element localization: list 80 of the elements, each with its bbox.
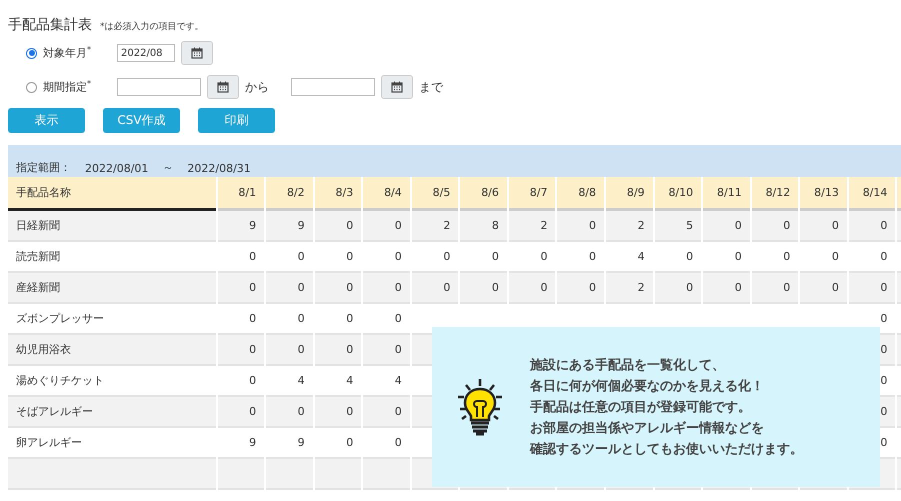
count-cell: 0 [314,211,362,242]
count-cell: 0 [848,273,896,304]
range-word: まで [419,78,443,96]
count-cell: 0 [703,211,750,242]
item-name-cell: 日経新聞 [8,211,216,242]
item-name-cell: そばアレルギー [8,397,216,428]
column-header: 8/6 [460,177,507,211]
count-cell: 5 [654,211,702,242]
action-button[interactable]: 印刷 [198,108,275,133]
callout-text: 施設にある手配品を一覧化して、 各日に何が何個必要なのかを見える化！ 手配品は任意の項目が登録可能です。 お部屋の担当係やアレルギー情報などを 確認するツールとしてもお使いいただけます。 [530,356,803,458]
range-end: 2022/08/31 [187,162,251,175]
count-cell: 0 [800,273,847,304]
action-button[interactable]: CSV作成 [103,108,180,133]
count-cell: 2 [508,211,556,242]
column-header: 8/4 [363,177,410,211]
column-header: 8/1 [218,177,264,211]
column-header: 8/14 [848,177,896,211]
column-header: 8/10 [654,177,702,211]
count-cell: 0 [752,273,798,304]
radio-button[interactable] [26,82,37,92]
count-cell: 2 [606,273,653,304]
count-cell: 0 [363,211,410,242]
calendar-button[interactable] [381,75,413,99]
count-cell: 0 [266,335,313,366]
count-cell: 0 [752,211,798,242]
count-cell: 2 [606,211,653,242]
calendar-icon [217,81,229,93]
count-cell: 0 [848,211,896,242]
count-cell: 8 [460,211,507,242]
count-cell: 0 [557,211,604,242]
calendar-button[interactable] [207,75,239,99]
column-header: 8/8 [557,177,604,211]
item-name-cell: 幼児用浴衣 [8,335,216,366]
count-cell: 0 [508,273,556,304]
date-field[interactable]: 2022/08 [117,44,175,62]
count-cell: 9 [266,211,313,242]
column-header: 8/13 [800,177,847,211]
radio-button[interactable] [26,48,37,58]
date-field[interactable] [291,78,375,96]
count-cell: 0 [363,273,410,304]
count-cell: 0 [363,397,410,428]
count-cell: 0 [654,273,702,304]
column-header: 8/3 [314,177,362,211]
column-header: 8/9 [606,177,653,211]
count-cell: 0 [218,397,264,428]
calendar-button[interactable] [181,41,213,65]
count-cell: 9 [218,211,264,242]
count-cell: 0 [266,397,313,428]
count-cell: 0 [412,273,458,304]
count-cell: 0 [314,397,362,428]
count-cell: 0 [460,273,507,304]
count-cell: 0 [314,273,362,304]
count-cell: 0 [266,273,313,304]
count-cell: 0 [218,273,264,304]
range-word: から [245,78,269,96]
column-header: 手配品名称 [8,177,216,211]
column-header: 8/2 [266,177,313,211]
count-cell: 0 [703,273,750,304]
required-note: *は必須入力の項目です。 [100,20,204,33]
count-cell: 0 [363,335,410,366]
column-header: 8/11 [703,177,750,211]
count-cell: 0 [218,335,264,366]
count-cell: 0 [314,335,362,366]
item-name-cell: 産経新聞 [8,273,216,304]
column-header: 8/12 [752,177,798,211]
range-separator: ～ [162,160,174,175]
column-header: 8/7 [508,177,556,211]
calendar-icon [191,47,203,59]
page-title: 手配品集計表 [8,16,92,34]
action-button[interactable]: 表示 [8,108,85,133]
option-label: 対象年月$^{*}$ [43,45,92,61]
date-field[interactable] [117,78,201,96]
column-header: 8/5 [412,177,458,211]
count-cell: 2 [412,211,458,242]
range-label: 指定範囲： [16,160,71,175]
range-start: 2022/08/01 [85,162,148,175]
count-cell: 0 [557,273,604,304]
count-cell: 0 [800,211,847,242]
option-label: 期間指定$^{*}$ [43,79,92,95]
calendar-icon [391,81,403,93]
